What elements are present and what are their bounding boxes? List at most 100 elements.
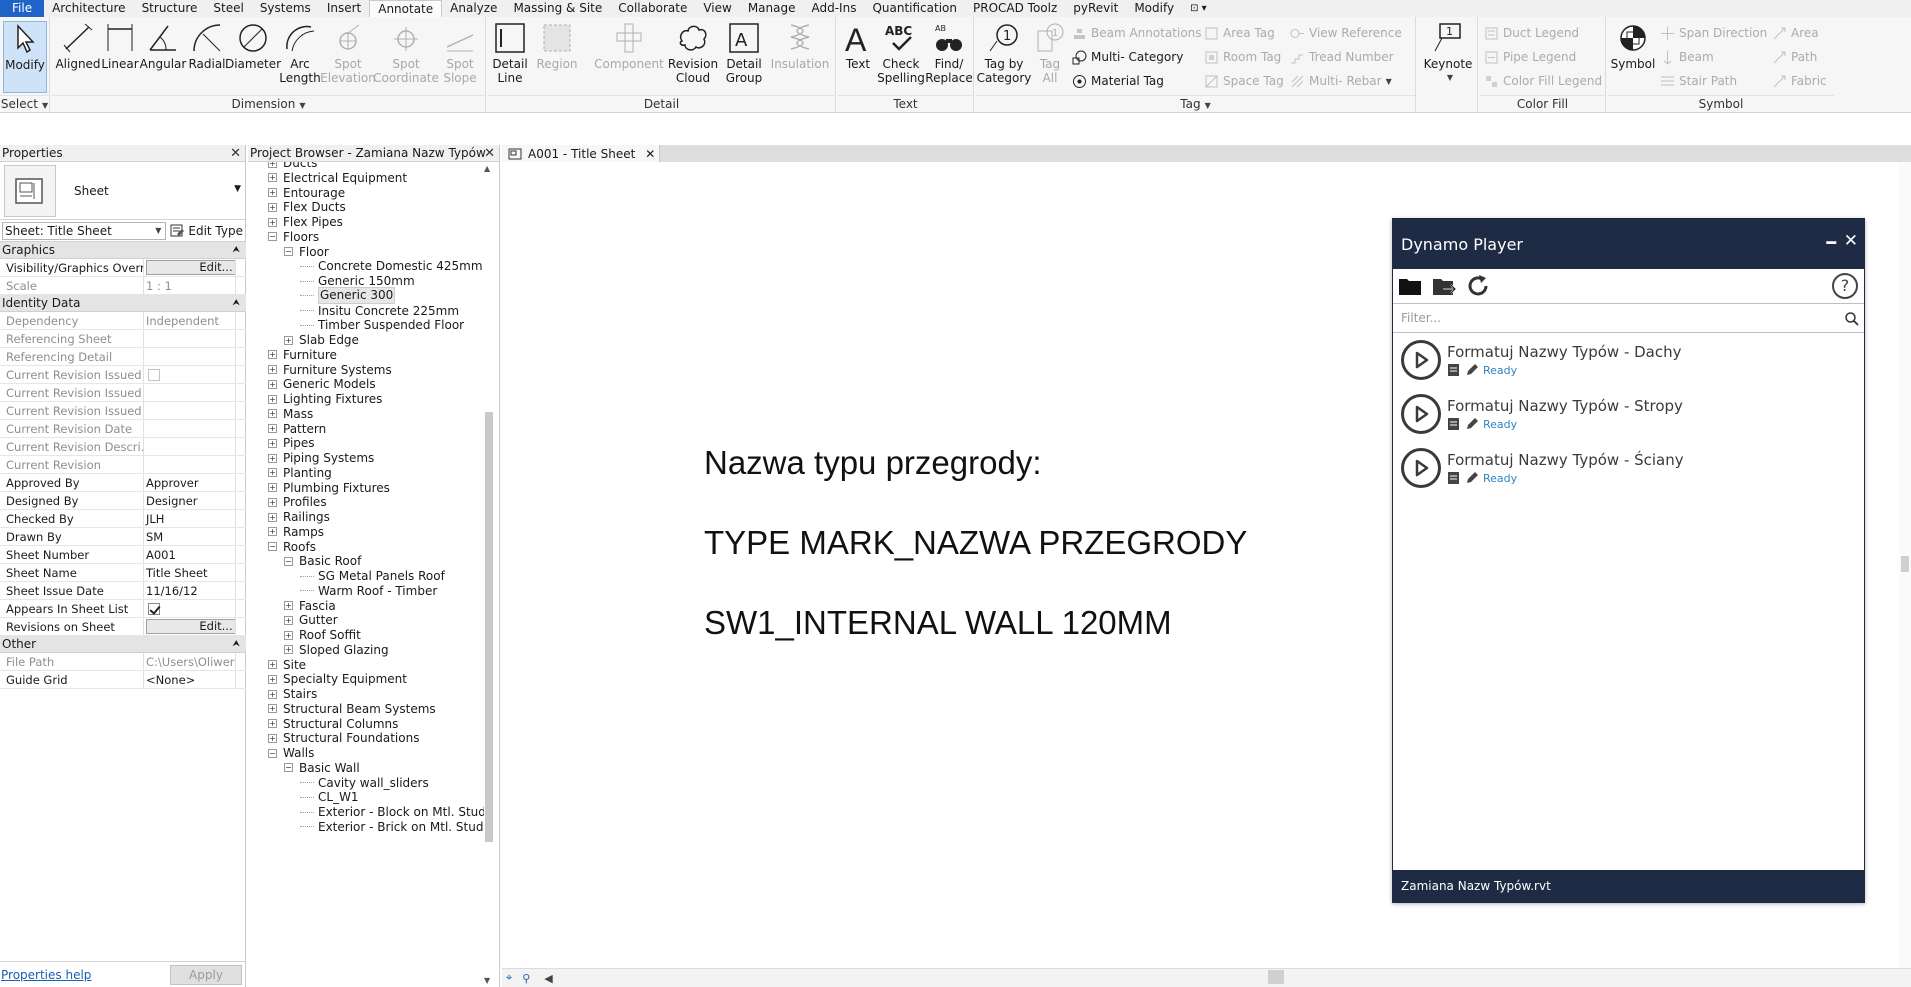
expand-icon[interactable]: + — [268, 365, 277, 374]
span-direction-button[interactable]: Span Direction — [1660, 23, 1767, 43]
property-group-header[interactable]: Identity Data ⮝ — [0, 295, 246, 312]
open-folder-icon[interactable] — [1397, 273, 1423, 299]
pin-icon[interactable]: ⚲ — [522, 972, 530, 985]
expand-icon[interactable]: + — [268, 379, 277, 389]
ribbon-tab-analyze[interactable]: Analyze — [442, 0, 505, 17]
expand-icon[interactable]: + — [268, 409, 277, 419]
property-edit-button[interactable]: Edit... — [146, 619, 235, 634]
refresh-icon[interactable] — [1465, 273, 1491, 299]
collapse-icon[interactable]: ⮝ — [232, 242, 240, 259]
close-icon[interactable]: ✕ — [230, 145, 241, 162]
collapse-icon[interactable]: ⮝ — [232, 636, 240, 653]
aligned-dimension-button[interactable]: Aligned — [55, 21, 101, 93]
horizontal-scrollbar[interactable] — [612, 968, 1911, 987]
dynamo-filter-input[interactable]: Filter... — [1393, 303, 1864, 333]
scrollbar-thumb[interactable] — [1901, 556, 1909, 572]
ribbon-tab-massing-site[interactable]: Massing & Site — [505, 0, 610, 17]
property-value[interactable]: Title Sheet — [144, 564, 236, 581]
edit-pencil-icon[interactable] — [1465, 363, 1479, 377]
pipe-legend-button[interactable]: Pipe Legend — [1484, 47, 1576, 67]
expand-icon[interactable]: + — [268, 173, 277, 183]
expand-icon[interactable]: + — [268, 497, 277, 507]
expand-icon[interactable]: + — [284, 335, 293, 345]
ribbon-tab-procad-toolz[interactable]: PROCAD Toolz — [965, 0, 1065, 17]
edit-type-button[interactable]: Edit Type — [170, 223, 243, 238]
scrollbar-thumb[interactable] — [485, 412, 493, 842]
ribbon-tab-manage[interactable]: Manage — [740, 0, 804, 17]
collapse-icon[interactable]: − — [284, 556, 293, 566]
ribbon-tab-collaborate[interactable]: Collaborate — [610, 0, 695, 17]
revision-cloud-button[interactable]: Revision Cloud — [668, 21, 718, 93]
beam-symbol-button[interactable]: Beam — [1660, 47, 1714, 67]
property-group-header[interactable]: Graphics ⮝ — [0, 242, 246, 259]
spot-coordinate-button[interactable]: Spot Coordinate — [373, 21, 439, 93]
folder-arrow-icon[interactable] — [1431, 273, 1457, 299]
space-tag-button[interactable]: Space Tag — [1204, 71, 1284, 91]
expand-icon[interactable]: + — [268, 527, 277, 537]
expand-icon[interactable]: + — [268, 188, 277, 197]
color-fill-legend-button[interactable]: Color Fill Legend — [1484, 71, 1602, 91]
property-value[interactable]: SM — [144, 528, 236, 545]
view-control-icon[interactable]: ⌖ — [506, 971, 512, 985]
detail-group-button[interactable]: A Detail Group — [720, 21, 768, 93]
keynote-button[interactable]: 1 Keynote ▼ — [1424, 21, 1472, 93]
apply-button[interactable]: Apply — [170, 964, 242, 985]
edit-pencil-icon[interactable] — [1465, 417, 1479, 431]
ribbon-tab-annotate[interactable]: Annotate — [369, 0, 443, 17]
modify-button[interactable]: Modify — [3, 21, 47, 93]
collapse-icon[interactable]: − — [268, 748, 277, 758]
run-script-button[interactable] — [1401, 448, 1441, 488]
scroll-left-icon[interactable]: ◀ — [544, 972, 552, 985]
scroll-up-icon[interactable]: ▲ — [484, 164, 490, 173]
sheet-text-heading[interactable]: Nazwa typu przegrody: — [704, 444, 1042, 482]
stair-path-button[interactable]: Stair Path — [1660, 71, 1737, 91]
ribbon-tab-context-toggle[interactable]: ⊡ ▾ — [1182, 0, 1215, 17]
collapse-icon[interactable]: − — [268, 542, 277, 551]
close-icon[interactable]: ✕ — [1844, 231, 1858, 251]
spot-slope-button[interactable]: Spot Slope — [440, 21, 480, 93]
ribbon-tab-quantification[interactable]: Quantification — [864, 0, 965, 17]
scrollbar-thumb[interactable] — [1268, 970, 1284, 984]
expand-icon[interactable]: + — [268, 350, 277, 360]
view-reference-button[interactable]: View Reference — [1290, 23, 1402, 43]
expand-icon[interactable]: + — [268, 468, 277, 478]
property-edit-button[interactable]: Edit... — [146, 260, 235, 275]
sheet-text-example[interactable]: SW1_INTERNAL WALL 120MM — [704, 604, 1172, 642]
expand-icon[interactable]: + — [268, 719, 277, 728]
property-value[interactable]: A001 — [144, 546, 236, 563]
minimize-icon[interactable]: ━ — [1826, 233, 1836, 252]
property-value[interactable]: Approver — [144, 474, 236, 491]
script-file-icon[interactable] — [1447, 417, 1461, 431]
close-icon[interactable]: ✕ — [484, 145, 495, 162]
expand-icon[interactable]: + — [268, 733, 277, 743]
expand-icon[interactable]: + — [268, 704, 277, 714]
angular-dimension-button[interactable]: Angular — [140, 21, 186, 93]
project-browser-scrollbar[interactable]: ▲ ▼ — [483, 162, 495, 987]
edit-pencil-icon[interactable] — [1465, 471, 1479, 485]
run-script-button[interactable] — [1401, 394, 1441, 434]
expand-icon[interactable]: + — [268, 424, 277, 433]
help-icon[interactable]: ? — [1832, 273, 1858, 299]
expand-icon[interactable]: + — [268, 162, 277, 168]
beam-annotations-button[interactable]: Beam Annotations — [1072, 23, 1202, 43]
check-spelling-button[interactable]: ABC Check Spelling — [877, 21, 925, 93]
path-symbol-button[interactable]: Path — [1772, 47, 1817, 67]
expand-icon[interactable]: + — [268, 453, 277, 463]
script-file-icon[interactable] — [1447, 471, 1461, 485]
tree-item[interactable]: Exterior - Brick on Mtl. Stud — [300, 818, 483, 836]
type-selector[interactable]: Sheet ▼ — [0, 162, 245, 220]
symbol-button[interactable]: Symbol — [1610, 21, 1656, 93]
fabric-symbol-button[interactable]: Fabric — [1772, 71, 1827, 91]
expand-icon[interactable]: + — [268, 689, 277, 699]
expand-icon[interactable]: + — [268, 394, 277, 404]
expand-icon[interactable]: + — [268, 674, 277, 684]
property-value[interactable]: Designer — [144, 492, 236, 509]
insulation-button[interactable]: Insulation — [770, 21, 830, 93]
collapse-icon[interactable]: − — [284, 247, 293, 256]
property-value[interactable]: 11/16/12 — [144, 582, 236, 599]
multi-rebar-button[interactable]: Multi- Rebar ▼ — [1290, 71, 1392, 91]
scroll-down-icon[interactable]: ▼ — [484, 976, 490, 985]
instance-filter-dropdown[interactable]: Sheet: Title Sheet ▼ — [2, 221, 167, 240]
properties-help-link[interactable]: Properties help — [1, 968, 91, 982]
script-file-icon[interactable] — [1447, 363, 1461, 377]
